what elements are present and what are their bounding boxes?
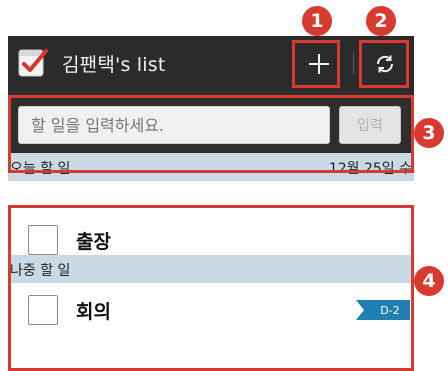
highlight-box-list [8, 205, 414, 371]
callout-badge-3: 3 [414, 118, 444, 148]
checklist-app-icon [18, 49, 48, 77]
action-bar: 김팬택's list [8, 36, 414, 91]
callout-badge-2: 2 [366, 6, 396, 36]
callout-badge-4: 4 [414, 266, 444, 296]
action-divider [353, 52, 354, 74]
callout-badge-1: 1 [302, 6, 332, 36]
highlight-box-input [8, 95, 414, 173]
app-title: 김팬택's list [62, 54, 166, 76]
highlight-box-refresh [359, 40, 409, 88]
highlight-box-add [292, 40, 340, 88]
